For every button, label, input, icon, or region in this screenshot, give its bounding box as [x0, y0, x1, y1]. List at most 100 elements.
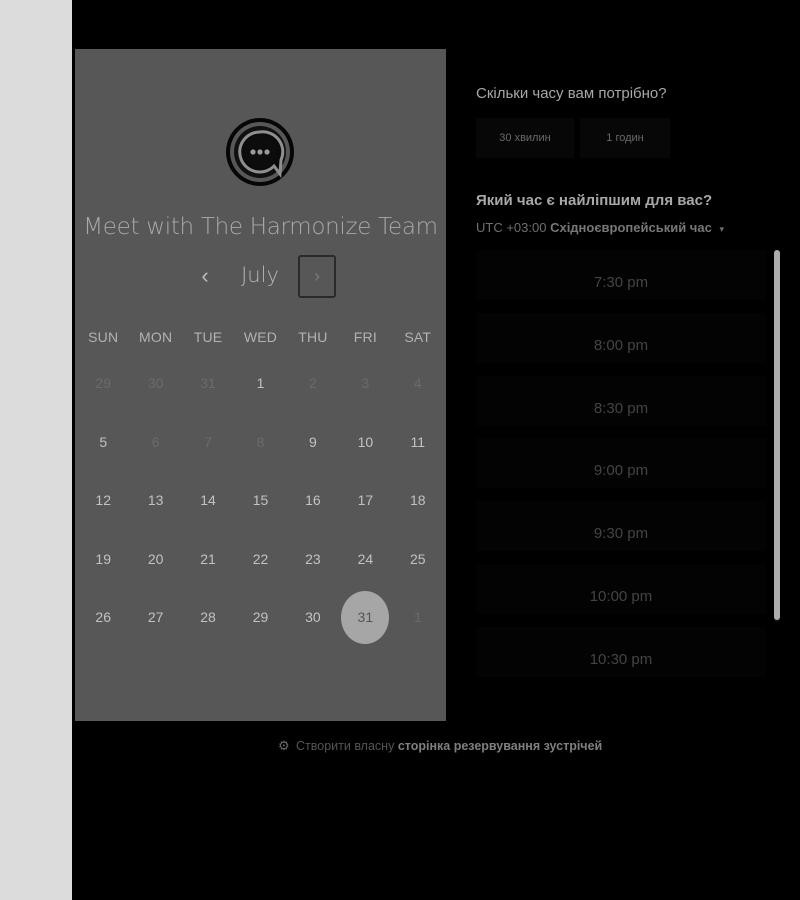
calendar-day-number: 19: [95, 550, 111, 567]
calendar-day-number: 10: [357, 433, 374, 450]
calendar-day-number: 29: [95, 375, 111, 392]
meeting-title: Meet with The Harmonize Team: [83, 214, 438, 240]
calendar-day-number: 21: [200, 550, 216, 567]
time-slot[interactable]: 8:30 pm: [476, 375, 766, 426]
calendar-day: 7: [182, 413, 234, 472]
booking-page: Meet with The Harmonize Team ‹ July › SU…: [72, 0, 800, 900]
calendar-day-number: 11: [410, 433, 426, 450]
calendar-day-number: 9: [309, 433, 317, 450]
calendar-day-number: 22: [252, 550, 269, 567]
weekday-label: TUE: [193, 329, 223, 345]
calendar-day[interactable]: 1: [234, 354, 286, 413]
chevron-down-icon: ▾: [719, 224, 724, 234]
time-slot-scrollbar[interactable]: [774, 250, 780, 622]
calendar-day-number: 14: [200, 492, 216, 509]
calendar-day: 2: [287, 354, 339, 413]
time-slot-list: 7:30 pm 8:00 pm 8:30 pm 9:00 pm 9:30 pm …: [476, 250, 766, 690]
calendar-day[interactable]: 28: [182, 588, 234, 647]
time-slot[interactable]: 7:30 pm: [476, 250, 766, 300]
timezone-select[interactable]: UTC +03:00 Східноєвропейський час ▾: [476, 220, 724, 235]
calendar-day-number: 8: [256, 433, 265, 450]
calendar-days-grid: 29 30 31 1 2 3 4 5 6 7 8 9 10 11 12 13 14 15 16 17 18 19 20 21 2…: [77, 354, 444, 647]
calendar-day-number: 30: [147, 375, 164, 392]
sprocket-icon: ⚙: [278, 738, 290, 753]
calendar-day: 1: [392, 588, 444, 647]
calendar-day[interactable]: 24: [339, 530, 391, 589]
time-slot[interactable]: 10:30 pm: [476, 626, 766, 677]
calendar-day[interactable]: 23: [287, 530, 339, 589]
calendar-day-number: 5: [99, 433, 108, 450]
calendar-day[interactable]: 16: [287, 471, 339, 530]
calendar-day-number: 18: [409, 492, 426, 509]
calendar-day: 31: [182, 354, 234, 413]
calendar-day[interactable]: 11: [392, 413, 444, 472]
calendar-day-selected[interactable]: 31: [339, 588, 391, 647]
calendar-day-number: 24: [357, 550, 374, 567]
calendar-day-number: 28: [200, 609, 216, 626]
time-slot[interactable]: 9:30 pm: [476, 501, 766, 552]
calendar-day: 3: [339, 354, 391, 413]
calendar-day: 8: [234, 413, 286, 472]
timezone-offset: UTC +03:00: [476, 220, 547, 235]
weekday-label: WED: [243, 329, 278, 345]
calendar-day[interactable]: 15: [234, 471, 286, 530]
calendar-day[interactable]: 5: [77, 413, 129, 472]
calendar-day-number: 23: [305, 550, 321, 567]
calendar-day-number: 17: [357, 492, 374, 509]
calendar-day-number: 27: [147, 609, 164, 626]
calendar-day[interactable]: 26: [77, 588, 129, 647]
calendar-day[interactable]: 30: [287, 588, 339, 647]
time-slot[interactable]: 9:00 pm: [476, 438, 766, 489]
calendar-day-number: 2: [309, 375, 317, 392]
time-question: Який час є найліпшим для вас?: [476, 192, 713, 209]
calendar-day-number: 31: [341, 590, 390, 644]
calendar-day[interactable]: 27: [129, 588, 181, 647]
calendar-day[interactable]: 20: [129, 530, 181, 589]
calendar-day[interactable]: 18: [392, 471, 444, 530]
calendar-day-number: 15: [252, 492, 269, 509]
calendar-day[interactable]: 10: [339, 413, 391, 472]
calendar-day[interactable]: 29: [234, 588, 286, 647]
weekday-header: SUN MON TUE WED THU FRI SAT: [77, 329, 444, 345]
weekday-label: FRI: [353, 329, 377, 345]
duration-options: 30 хвилин 1 годин: [476, 118, 736, 158]
prev-month-button[interactable]: ‹: [193, 264, 217, 288]
duration-1-hour-button[interactable]: 1 годин: [580, 118, 670, 158]
calendar-day-number: 20: [147, 550, 164, 567]
footer-link[interactable]: сторінка резервування зустрічей: [398, 739, 602, 753]
calendar-day-number: 25: [409, 550, 426, 567]
month-navigation: ‹ July ›: [75, 254, 446, 300]
calendar-day-number: 12: [95, 492, 111, 509]
calendar-day[interactable]: 13: [129, 471, 181, 530]
footer-promo: ⚙ Створити власну сторінка резервування з…: [278, 738, 602, 754]
calendar-day-number: 1: [256, 375, 265, 392]
chat-logo-icon: [226, 118, 294, 186]
calendar-day-number: 30: [305, 609, 321, 626]
calendar-day[interactable]: 9: [287, 413, 339, 472]
calendar-day-number: 29: [252, 609, 269, 626]
calendar-day[interactable]: 19: [77, 530, 129, 589]
calendar-day[interactable]: 17: [339, 471, 391, 530]
scrollbar-thumb[interactable]: [774, 250, 780, 620]
weekday-label: THU: [298, 329, 328, 345]
calendar-day-number: 13: [147, 492, 164, 509]
calendar-day[interactable]: 21: [182, 530, 234, 589]
duration-30-min-button[interactable]: 30 хвилин: [476, 118, 574, 158]
weekday-label: MON: [139, 329, 173, 345]
calendar-day[interactable]: 22: [234, 530, 286, 589]
month-label: July: [241, 263, 279, 287]
weekday-label: SUN: [88, 329, 119, 345]
calendar-day-number: 3: [361, 375, 370, 392]
calendar-day-number: 7: [204, 433, 212, 450]
time-slot[interactable]: 8:00 pm: [476, 312, 766, 363]
calendar-day: 30: [129, 354, 181, 413]
calendar-day-number: 31: [200, 375, 216, 392]
calendar-card: Meet with The Harmonize Team ‹ July › SU…: [75, 49, 446, 721]
left-panel: [0, 0, 72, 900]
next-month-button[interactable]: ›: [298, 255, 336, 298]
calendar-day[interactable]: 12: [77, 471, 129, 530]
calendar-day[interactable]: 14: [182, 471, 234, 530]
time-slot[interactable]: 10:00 pm: [476, 563, 766, 614]
calendar-day[interactable]: 25: [392, 530, 444, 589]
duration-question: Скільки часу вам потрібно?: [476, 85, 667, 102]
